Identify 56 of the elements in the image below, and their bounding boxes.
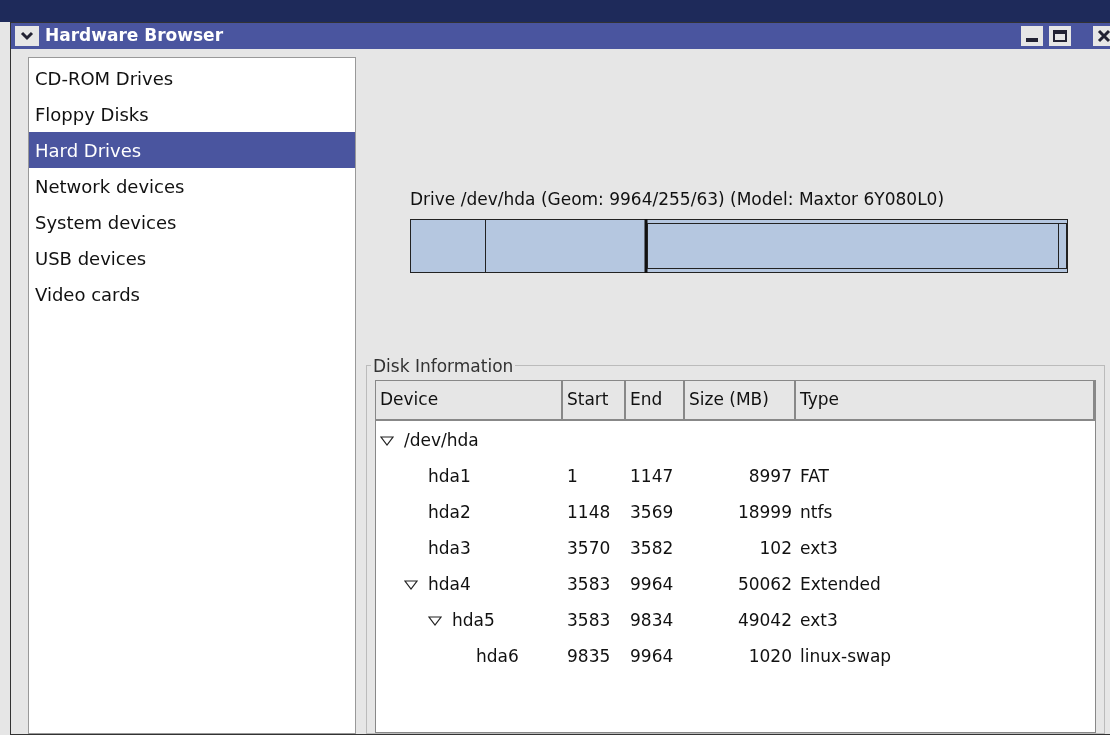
close-button[interactable]: [1093, 26, 1110, 46]
window-title: Hardware Browser: [45, 24, 225, 48]
expander-down-icon[interactable]: [404, 579, 418, 590]
device-cell-text: hda4: [428, 572, 471, 596]
maximize-icon: [1053, 30, 1067, 42]
device-cell-text: hda6: [476, 644, 519, 668]
table-cell-text: 1: [567, 464, 578, 488]
device-cell-text: /dev/hda: [404, 428, 479, 452]
expander-down-icon[interactable]: [428, 615, 442, 626]
sidebar-item[interactable]: System devices: [29, 204, 355, 240]
table-cell-text: 3583: [567, 608, 611, 632]
table-cell-text: 18999: [737, 500, 792, 524]
table-cell-text: 3583: [567, 572, 611, 596]
drive-label: Drive /dev/hda (Geom: 9964/255/63) (Model: Maxtor 6Y080L0): [410, 188, 946, 211]
window-menu-button[interactable]: [15, 26, 39, 46]
table-cell-text: ntfs: [800, 500, 833, 524]
device-cell-text: hda2: [428, 500, 471, 524]
column-header[interactable]: Size (MB): [685, 380, 796, 419]
table-cell-text: 9834: [630, 608, 674, 632]
table-cell-text: 50062: [737, 572, 792, 596]
column-header[interactable]: Device: [376, 380, 563, 419]
sidebar-item[interactable]: Network devices: [29, 168, 355, 204]
column-header[interactable]: Start: [563, 380, 626, 419]
table-cell-text: 8997: [748, 464, 792, 488]
table-cell-text: 9964: [630, 644, 674, 668]
table-cell-text: 3582: [630, 536, 674, 560]
table-cell-text: 102: [759, 536, 792, 560]
table-cell-text: 3569: [630, 500, 674, 524]
sidebar-item[interactable]: USB devices: [29, 240, 355, 276]
table-cell-text: ext3: [800, 536, 838, 560]
device-cell-text: hda3: [428, 536, 471, 560]
table-cell-text: 9964: [630, 572, 674, 596]
table-cell-text: 49042: [737, 608, 792, 632]
chevron-down-icon: [20, 31, 34, 41]
table-cell-text: FAT: [800, 464, 829, 488]
column-header[interactable]: Type: [796, 380, 1095, 419]
expander-down-icon[interactable]: [380, 435, 394, 446]
device-cell-text: hda1: [428, 464, 471, 488]
minimize-icon: [1026, 38, 1038, 42]
sidebar-item[interactable]: CD-ROM Drives: [29, 60, 355, 96]
maximize-button[interactable]: [1049, 26, 1071, 46]
sidebar-item[interactable]: Hard Drives: [29, 132, 355, 168]
table-cell-text: 9835: [567, 644, 611, 668]
table-cell-text: 3570: [567, 536, 611, 560]
sidebar-item[interactable]: Video cards: [29, 276, 355, 312]
minimize-button[interactable]: [1021, 26, 1043, 46]
table-cell-text: 1020: [748, 644, 792, 668]
close-icon: [1097, 29, 1110, 43]
table-cell-text: 1148: [567, 500, 611, 524]
column-header[interactable]: End: [626, 380, 685, 419]
device-cell-text: hda5: [452, 608, 495, 632]
table-cell-text: linux-swap: [800, 644, 892, 668]
sidebar-item[interactable]: Floppy Disks: [29, 96, 355, 132]
table-cell-text: Extended: [800, 572, 881, 596]
table-cell-text: ext3: [800, 608, 838, 632]
table-cell-text: 1147: [630, 464, 674, 488]
